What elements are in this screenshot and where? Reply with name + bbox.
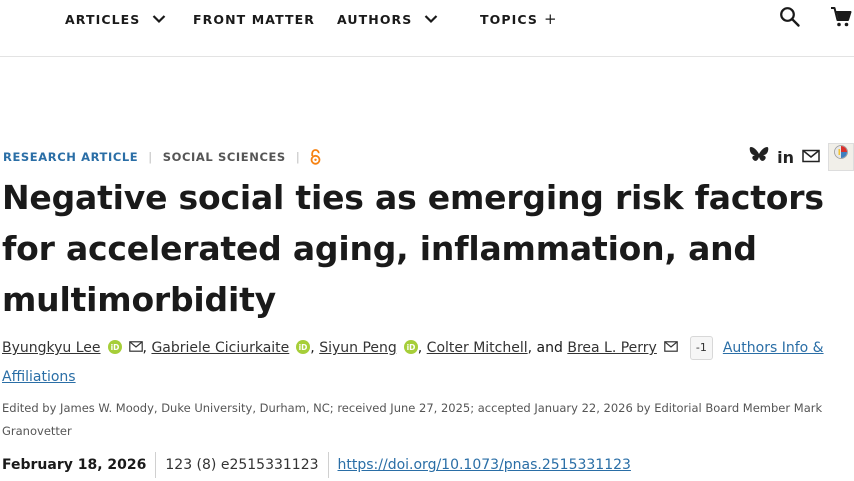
divider (327, 452, 329, 478)
top-navigation: ARTICLES FRONT MATTER AUTHORS TOPICS + (0, 0, 854, 57)
nav-front-matter-label: FRONT MATTER (193, 11, 315, 27)
author-link[interactable]: Siyun Peng (319, 340, 397, 356)
author-conjunction: and (536, 340, 563, 356)
linkedin-icon[interactable]: in (777, 148, 794, 167)
chevron-down-icon (152, 14, 166, 24)
chevron-down-icon (424, 14, 438, 24)
plus-icon: + (543, 10, 557, 28)
article-meta-row: RESEARCH ARTICLE | SOCIAL SCIENCES | (3, 148, 321, 166)
article-type-link[interactable]: RESEARCH ARTICLE (3, 150, 138, 164)
crossmark-icon[interactable] (828, 143, 854, 171)
publication-info: February 18, 2026 123 (8) e2515331123 ht… (2, 452, 631, 478)
bluesky-icon[interactable] (749, 146, 769, 168)
doi-link[interactable]: https://doi.org/10.1073/pnas.2515331123 (338, 457, 631, 473)
nav-articles-label: ARTICLES (65, 11, 141, 27)
author-separator: , (142, 340, 147, 356)
nav-front-matter[interactable]: FRONT MATTER (193, 10, 315, 28)
meta-separator: | (295, 150, 301, 164)
divider (155, 452, 157, 478)
publication-date: February 18, 2026 (2, 457, 147, 473)
nav-authors[interactable]: AUTHORS (337, 10, 438, 28)
svg-text:iD: iD (110, 343, 119, 352)
nav-authors-label: AUTHORS (337, 11, 413, 27)
svg-text:iD: iD (406, 343, 415, 352)
author-separator: , (527, 340, 533, 356)
orcid-icon[interactable]: iD (107, 337, 122, 364)
nav-articles[interactable]: ARTICLES (65, 10, 166, 28)
author-list: Byungkyu Lee iD, Gabriele Ciciurkaite iD, … (2, 335, 847, 391)
open-access-icon (310, 149, 321, 165)
mail-icon[interactable] (128, 335, 143, 362)
nav-topics[interactable]: TOPICS + (480, 10, 557, 28)
collapse-authors-button[interactable]: -1 (689, 336, 713, 360)
author-link[interactable]: Colter Mitchell (427, 340, 528, 356)
nav-topics-label: TOPICS (480, 11, 538, 27)
meta-separator: | (148, 150, 153, 164)
article-subject[interactable]: SOCIAL SCIENCES (163, 150, 286, 164)
article-title: Negative social ties as emerging risk fa… (2, 178, 824, 319)
svg-text:iD: iD (299, 343, 308, 352)
mail-icon[interactable] (664, 335, 678, 362)
author-separator: , (310, 340, 315, 356)
author-link[interactable]: Brea L. Perry (567, 340, 657, 356)
author-separator: , (417, 340, 423, 356)
author-link[interactable]: Byungkyu Lee (2, 340, 101, 356)
cart-icon[interactable] (830, 6, 852, 28)
share-toolbar: in (741, 143, 854, 171)
mail-icon[interactable] (802, 148, 820, 167)
author-link[interactable]: Gabriele Ciciurkaite (151, 340, 289, 356)
orcid-icon[interactable]: iD (403, 337, 418, 364)
editorial-note: Edited by James W. Moody, Duke Universit… (2, 401, 823, 438)
search-icon[interactable] (779, 6, 801, 28)
citation: 123 (8) e2515331123 (165, 457, 319, 473)
orcid-icon[interactable]: iD (296, 337, 311, 364)
